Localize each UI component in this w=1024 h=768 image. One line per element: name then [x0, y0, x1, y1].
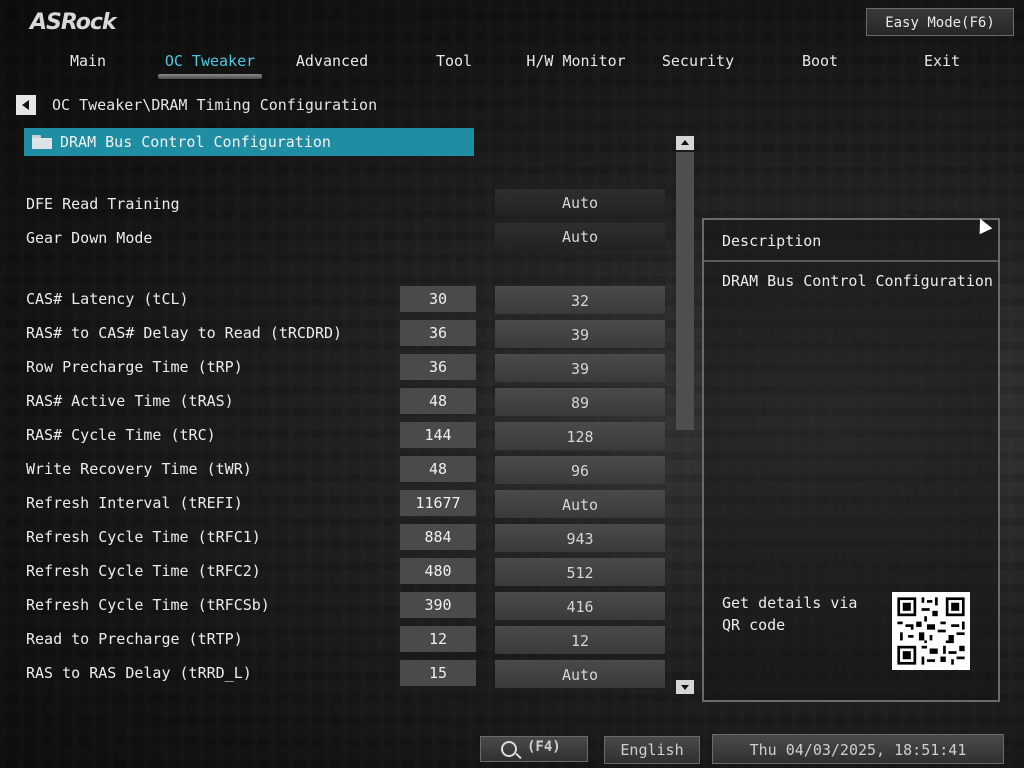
timing-current-value: 884	[400, 524, 476, 550]
timing-row-tcl: CAS# Latency (tCL) 30 32	[24, 286, 666, 314]
timing-row-trrd-l: RAS to RAS Delay (tRRD_L) 15 Auto	[24, 660, 666, 688]
timing-current-value: 11677	[400, 490, 476, 516]
tab-main[interactable]: Main	[28, 50, 148, 72]
scrollbar-thumb[interactable]	[676, 152, 694, 430]
timing-label: CAS# Latency (tCL)	[26, 290, 189, 308]
option-setting-dropdown[interactable]: Auto	[495, 223, 665, 251]
option-label: DFE Read Training	[26, 195, 180, 213]
timing-label: Refresh Interval (tREFI)	[26, 494, 243, 512]
tab-hw-monitor[interactable]: H/W Monitor	[516, 50, 636, 72]
timing-current-value: 36	[400, 354, 476, 380]
description-panel: Description DRAM Bus Control Configurati…	[702, 218, 1000, 702]
easy-mode-button[interactable]: Easy Mode(F6)	[866, 8, 1014, 36]
timing-current-value: 480	[400, 558, 476, 584]
scroll-up-icon[interactable]	[676, 136, 694, 150]
timing-label: RAS# to CAS# Delay to Read (tRCDRD)	[26, 324, 343, 342]
search-icon	[501, 741, 517, 757]
timing-row-tras: RAS# Active Time (tRAS) 48 89	[24, 388, 666, 416]
asrock-logo: ASRock	[30, 10, 117, 35]
timing-current-value: 390	[400, 592, 476, 618]
timing-setting-input[interactable]: 89	[495, 388, 665, 416]
section-header-label: DRAM Bus Control Configuration	[60, 133, 331, 151]
timing-label: Read to Precharge (tRTP)	[26, 630, 243, 648]
option-row-dfe-read-training: DFE Read Training Auto	[24, 189, 666, 217]
search-hotkey-label: (F4)	[527, 739, 561, 755]
timing-label: RAS# Active Time (tRAS)	[26, 392, 234, 410]
tab-boot[interactable]: Boot	[760, 50, 880, 72]
timing-row-twr: Write Recovery Time (tWR) 48 96	[24, 456, 666, 484]
description-divider	[704, 260, 998, 262]
timing-setting-input[interactable]: 96	[495, 456, 665, 484]
timing-row-trp: Row Precharge Time (tRP) 36 39	[24, 354, 666, 382]
description-title: Description	[722, 232, 822, 250]
option-setting-dropdown[interactable]: Auto	[495, 189, 665, 217]
timing-setting-input[interactable]: 12	[495, 626, 665, 654]
timing-setting-input[interactable]: 512	[495, 558, 665, 586]
tab-exit[interactable]: Exit	[882, 50, 1002, 72]
timing-label: RAS to RAS Delay (tRRD_L)	[26, 664, 252, 682]
description-text: DRAM Bus Control Configuration	[722, 272, 993, 290]
timing-label: Refresh Cycle Time (tRFC2)	[26, 562, 261, 580]
timing-current-value: 12	[400, 626, 476, 652]
timing-label: Write Recovery Time (tWR)	[26, 460, 252, 478]
breadcrumb-text: OC Tweaker\DRAM Timing Configuration	[52, 96, 378, 114]
timing-setting-input[interactable]: 943	[495, 524, 665, 552]
timing-current-value: 144	[400, 422, 476, 448]
timing-row-trc: RAS# Cycle Time (tRC) 144 128	[24, 422, 666, 450]
main-nav: Main OC Tweaker Advanced Tool H/W Monito…	[28, 50, 988, 80]
timing-setting-input[interactable]: 416	[495, 592, 665, 620]
tab-oc-tweaker[interactable]: OC Tweaker	[150, 50, 270, 79]
timing-setting-input[interactable]: 39	[495, 320, 665, 348]
timing-current-value: 48	[400, 388, 476, 414]
timing-current-value: 30	[400, 286, 476, 312]
timing-label: Refresh Cycle Time (tRFC1)	[26, 528, 261, 546]
timing-row-trefi: Refresh Interval (tREFI) 11677 Auto	[24, 490, 666, 518]
tab-security[interactable]: Security	[638, 50, 758, 72]
scrollbar[interactable]	[676, 136, 694, 694]
timing-row-trfcsb: Refresh Cycle Time (tRFCSb) 390 416	[24, 592, 666, 620]
option-label: Gear Down Mode	[26, 229, 153, 247]
language-button[interactable]: English	[604, 736, 700, 764]
timing-setting-input[interactable]: 32	[495, 286, 665, 314]
tab-advanced[interactable]: Advanced	[272, 50, 392, 72]
option-row-gear-down-mode: Gear Down Mode Auto	[24, 223, 666, 251]
timing-current-value: 36	[400, 320, 476, 346]
back-arrow-icon[interactable]	[16, 95, 36, 115]
timing-current-value: 48	[400, 456, 476, 482]
qr-details-text: Get details via QR code	[722, 594, 858, 634]
timing-row-trfc2: Refresh Cycle Time (tRFC2) 480 512	[24, 558, 666, 586]
tab-tool[interactable]: Tool	[394, 50, 514, 72]
timing-label: Row Precharge Time (tRP)	[26, 358, 243, 376]
timing-current-value: 15	[400, 660, 476, 686]
datetime-display: Thu 04/03/2025, 18:51:41	[712, 734, 1004, 764]
timing-label: Refresh Cycle Time (tRFCSb)	[26, 596, 270, 614]
timing-setting-input[interactable]: Auto	[495, 660, 665, 688]
timing-row-trtp: Read to Precharge (tRTP) 12 12	[24, 626, 666, 654]
timing-label: RAS# Cycle Time (tRC)	[26, 426, 216, 444]
search-button[interactable]: (F4)	[480, 736, 588, 762]
timing-setting-input[interactable]: 128	[495, 422, 665, 450]
timing-setting-input[interactable]: 39	[495, 354, 665, 382]
folder-icon	[32, 135, 52, 149]
scroll-down-icon[interactable]	[676, 680, 694, 694]
section-header-dram-bus-control[interactable]: DRAM Bus Control Configuration	[24, 128, 474, 156]
timing-row-trcdrd: RAS# to CAS# Delay to Read (tRCDRD) 36 3…	[24, 320, 666, 348]
tab-oc-tweaker-label: OC Tweaker	[164, 52, 256, 70]
active-tab-indicator	[158, 74, 262, 79]
timing-setting-input[interactable]: Auto	[495, 490, 665, 518]
qr-code-icon	[892, 592, 970, 670]
timing-row-trfc1: Refresh Cycle Time (tRFC1) 884 943	[24, 524, 666, 552]
